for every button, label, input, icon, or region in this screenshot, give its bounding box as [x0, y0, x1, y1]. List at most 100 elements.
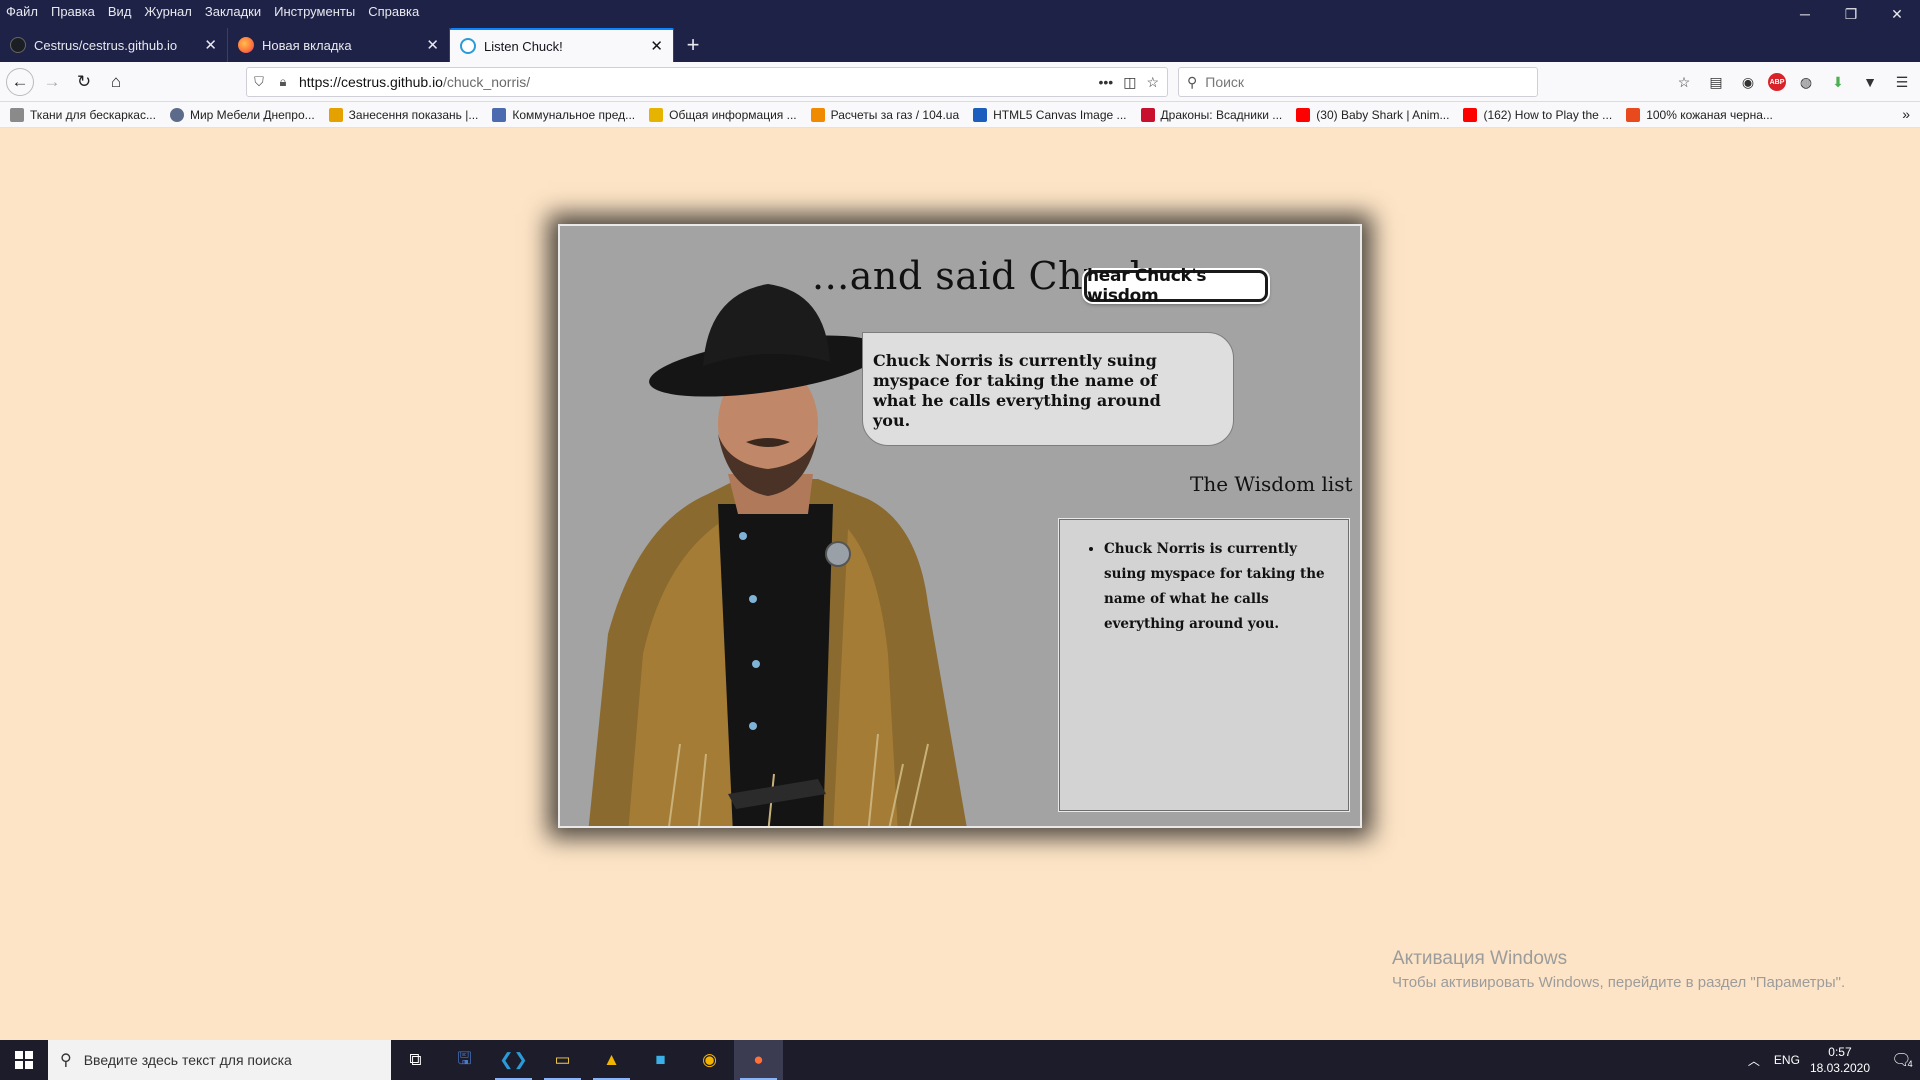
- save-disk-app-icon[interactable]: 🖫︎: [440, 1040, 489, 1080]
- app-triangle-icon[interactable]: ▲: [587, 1040, 636, 1080]
- close-tab-icon[interactable]: ✕: [650, 37, 663, 55]
- page-actions-icon[interactable]: •••: [1098, 74, 1113, 91]
- list-item: Chuck Norris is currently suing myspace …: [1104, 537, 1343, 637]
- taskbar-search-input[interactable]: ⚲ Введите здесь текст для поиска: [48, 1040, 391, 1080]
- menu-history[interactable]: Журнал: [144, 4, 191, 19]
- windows-start-icon[interactable]: [0, 1040, 48, 1080]
- account-icon[interactable]: ◉: [1736, 68, 1760, 96]
- close-tab-icon[interactable]: ✕: [426, 36, 439, 54]
- bookmark-item[interactable]: Занесення показань |...: [328, 107, 479, 122]
- back-icon[interactable]: ←: [6, 68, 34, 96]
- menu-edit[interactable]: Правка: [51, 4, 95, 19]
- bookmark-item[interactable]: (30) Baby Shark | Anim...: [1296, 107, 1449, 122]
- bookmark-item[interactable]: 100% кожаная черна...: [1626, 107, 1773, 122]
- chuck-card: ...and said Chuck hear Chuck's wisdom Ch…: [558, 224, 1362, 828]
- bookmark-favicon-icon: [810, 107, 825, 122]
- bookmark-item[interactable]: Мир Мебели Днепро...: [169, 107, 315, 122]
- firefox-icon: [238, 37, 254, 53]
- task-view-icon[interactable]: ⧉: [391, 1040, 440, 1080]
- bookmark-label: Мир Мебели Днепро...: [189, 107, 315, 122]
- bookmark-favicon-icon: [1626, 107, 1641, 122]
- url-path: /chuck_norris/: [442, 74, 531, 90]
- adblock-icon[interactable]: ABP: [1768, 73, 1786, 91]
- bookmark-favicon-icon: [649, 107, 664, 122]
- pocket-icon[interactable]: ◫: [1123, 74, 1136, 91]
- library-icon[interactable]: ☆: [1672, 68, 1696, 96]
- windows-activation-watermark: Активация Windows Чтобы активировать Win…: [1392, 948, 1845, 991]
- bookmark-item[interactable]: Ткани для бескаркас...: [10, 107, 156, 122]
- reload-icon[interactable]: ↻: [70, 68, 98, 96]
- url-host: https://cestrus.github.io: [299, 74, 443, 90]
- bookmark-label: 100% кожаная черна...: [1646, 107, 1773, 122]
- sidebar-icon[interactable]: ▤: [1704, 68, 1728, 96]
- youtube-icon: [1463, 107, 1478, 122]
- extension-icon[interactable]: ▼: [1858, 68, 1882, 96]
- url-text[interactable]: https://cestrus.github.io/chuck_norris/: [299, 74, 1098, 90]
- hear-wisdom-button[interactable]: hear Chuck's wisdom: [1084, 266, 1268, 306]
- github-icon: [10, 37, 26, 53]
- bookmark-label: Расчеты за газ / 104.ua: [830, 107, 960, 122]
- bookmark-favicon-icon: [973, 107, 988, 122]
- menu-file[interactable]: Файл: [6, 4, 38, 19]
- clock[interactable]: 0:57 18.03.2020: [1810, 1044, 1870, 1076]
- chrome-icon[interactable]: ◉: [685, 1040, 734, 1080]
- notification-icon[interactable]: 🗨︎ 4: [1884, 1040, 1920, 1080]
- firefox-taskbar-icon[interactable]: ●: [734, 1040, 783, 1080]
- wisdom-list-box: Chuck Norris is currently suing myspace …: [1058, 518, 1350, 812]
- search-icon: ⚲: [60, 1052, 72, 1069]
- tab-github[interactable]: Cestrus/cestrus.github.io ✕: [0, 28, 228, 62]
- bookmark-item[interactable]: Драконы: Всадники ...: [1140, 107, 1283, 122]
- tab-label: Новая вкладка: [262, 37, 352, 53]
- menu-view[interactable]: Вид: [108, 4, 132, 19]
- webstorm-icon[interactable]: ■: [636, 1040, 685, 1080]
- close-tab-icon[interactable]: ✕: [204, 36, 217, 54]
- address-bar[interactable]: ⛉ 🔒︎ https://cestrus.github.io/chuck_nor…: [246, 67, 1168, 97]
- youtube-icon: [1296, 107, 1311, 122]
- search-input[interactable]: ⚲ Поиск: [1178, 67, 1538, 97]
- react-icon: [460, 38, 476, 54]
- bookmark-item[interactable]: Расчеты за газ / 104.ua: [810, 107, 960, 122]
- home-icon[interactable]: ⌂: [102, 68, 130, 96]
- menu-bar: Файл Правка Вид Журнал Закладки Инструме…: [0, 0, 1920, 22]
- bookmark-item[interactable]: (162) How to Play the ...: [1463, 107, 1612, 122]
- vpn-globe-icon[interactable]: ◍: [1794, 68, 1818, 96]
- lock-icon[interactable]: 🔒︎: [271, 74, 295, 90]
- bookmark-item[interactable]: Общая информация ...: [649, 107, 797, 122]
- chevron-more-icon[interactable]: »: [1902, 106, 1910, 122]
- menu-help[interactable]: Справка: [368, 4, 419, 19]
- forward-icon[interactable]: →: [38, 68, 66, 96]
- speech-bubble: Chuck Norris is currently suing myspace …: [862, 332, 1234, 446]
- bookmark-label: Коммунальное пред...: [512, 107, 636, 122]
- file-explorer-icon[interactable]: ▭: [538, 1040, 587, 1080]
- bookmark-label: Занесення показань |...: [348, 107, 479, 122]
- bookmark-label: Драконы: Всадники ...: [1160, 107, 1283, 122]
- menu-bookmarks[interactable]: Закладки: [205, 4, 261, 19]
- bookmark-item[interactable]: HTML5 Canvas Image ...: [973, 107, 1127, 122]
- watermark-title: Активация Windows: [1392, 948, 1568, 969]
- bookmark-favicon-icon: [492, 107, 507, 122]
- bookmark-favicon-icon: [169, 107, 184, 122]
- bookmark-label: HTML5 Canvas Image ...: [993, 107, 1127, 122]
- clock-time: 0:57: [1828, 1045, 1852, 1059]
- search-icon: ⚲: [1187, 73, 1198, 90]
- tab-new-tab[interactable]: Новая вкладка ✕: [228, 28, 450, 62]
- tab-label: Cestrus/cestrus.github.io: [34, 37, 178, 53]
- shield-icon[interactable]: ⛉: [247, 74, 271, 90]
- new-tab-button[interactable]: +: [678, 28, 708, 62]
- taskbar-search-placeholder: Введите здесь текст для поиска: [83, 1052, 292, 1068]
- nav-bar: ← → ↻ ⌂ ⛉ 🔒︎ https://cestrus.github.io/c…: [0, 62, 1920, 102]
- clock-date: 18.03.2020: [1809, 1061, 1870, 1075]
- download-icon[interactable]: ⬇: [1826, 68, 1850, 96]
- bookmark-label: Ткани для бескаркас...: [30, 107, 156, 122]
- watermark-subtitle: Чтобы активировать Windows, перейдите в …: [1392, 974, 1846, 991]
- language-indicator[interactable]: ENG: [1774, 1053, 1800, 1067]
- tab-listen-chuck[interactable]: Listen Chuck! ✕: [450, 28, 674, 62]
- hamburger-menu-icon[interactable]: ☰: [1890, 68, 1914, 96]
- bookmark-item[interactable]: Коммунальное пред...: [492, 107, 636, 122]
- vscode-icon[interactable]: ❮❯: [489, 1040, 538, 1080]
- bookmark-star-icon[interactable]: ☆: [1146, 74, 1159, 91]
- menu-tools[interactable]: Инструменты: [274, 4, 355, 19]
- chevron-up-icon[interactable]: ︿: [1748, 1052, 1760, 1069]
- bookmarks-bar: Ткани для бескаркас... Мир Мебели Днепро…: [0, 102, 1920, 128]
- bookmark-favicon-icon: [1140, 107, 1155, 122]
